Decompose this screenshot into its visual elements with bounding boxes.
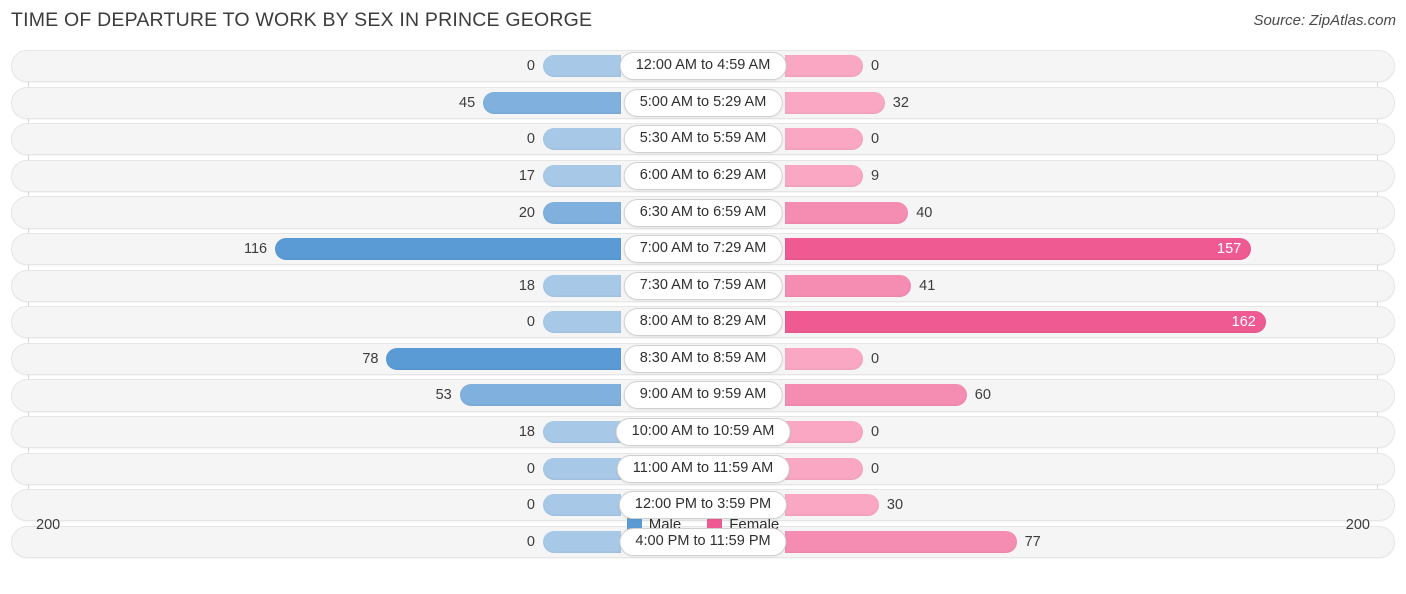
value-label-male: 20 [518,204,535,221]
row-bars: 0 162 8:00 AM to 8:29 AM [0,306,1406,338]
bar-female[interactable] [785,55,863,78]
value-label-male: 116 [244,241,268,258]
category-label: 11:00 AM to 11:59 AM [616,454,790,483]
chart-row: 20 40 6:30 AM to 6:59 AM [0,196,1406,229]
category-label: 8:30 AM to 8:59 AM [623,344,783,373]
row-bars: 18 41 7:30 AM to 7:59 AM [0,270,1406,302]
bar-male[interactable] [543,55,621,78]
value-label-male: 17 [518,167,535,184]
bar-male[interactable] [275,238,621,261]
bar-male[interactable] [459,384,621,407]
chart-row: 0 0 11:00 AM to 11:59 AM [0,452,1406,485]
category-label: 12:00 PM to 3:59 PM [618,491,788,520]
value-label-female: 9 [871,167,880,184]
category-label: 7:00 AM to 7:29 AM [623,235,783,264]
value-label-female: 40 [916,204,933,221]
chart-row: 18 41 7:30 AM to 7:59 AM [0,269,1406,302]
row-bars: 0 0 5:30 AM to 5:59 AM [0,123,1406,155]
chart-row: 18 0 10:00 AM to 10:59 AM [0,415,1406,449]
chart-row: 116 157 7:00 AM to 7:29 AM [0,232,1406,266]
row-bars: 116 157 7:00 AM to 7:29 AM [0,233,1406,265]
bar-female[interactable] [785,421,863,444]
category-label: 6:00 AM to 6:29 AM [623,161,783,190]
bar-female[interactable] [785,347,863,370]
value-label-female: 157 [1217,241,1242,258]
bar-male[interactable] [386,347,621,370]
bar-female[interactable] [785,128,863,151]
bar-female[interactable] [785,274,912,297]
chart-row: 78 0 8:30 AM to 8:59 AM [0,342,1406,376]
bar-female[interactable] [785,384,967,407]
bar-male[interactable] [543,421,621,444]
bar-male[interactable] [543,457,621,480]
value-label-male: 0 [526,460,535,477]
category-label: 10:00 AM to 10:59 AM [615,418,791,447]
value-label-female: 0 [871,424,880,441]
source-attribution: Source: ZipAtlas.com [1253,12,1396,29]
category-label: 12:00 AM to 4:59 AM [619,52,787,81]
chart-row: 53 60 9:00 AM to 9:59 AM [0,379,1406,412]
bar-male[interactable] [543,128,621,151]
bar-rows: 0 0 12:00 AM to 4:59 AM 45 32 5:00 AM to 5:29… [0,50,1406,562]
bar-male[interactable] [543,274,621,297]
value-label-male: 18 [518,424,535,441]
category-label: 5:30 AM to 5:59 AM [623,125,783,154]
row-bars: 0 0 11:00 AM to 11:59 AM [0,453,1406,485]
value-label-female: 0 [871,460,880,477]
value-label-male: 0 [526,131,535,148]
bar-male[interactable] [543,311,621,334]
category-label: 7:30 AM to 7:59 AM [623,271,783,300]
value-label-female: 60 [974,387,991,404]
chart-root: TIME OF DEPARTURE TO WORK BY SEX IN PRIN… [0,0,1406,594]
bar-male[interactable] [543,201,621,224]
value-label-female: 0 [871,350,880,367]
row-bars: 53 60 9:00 AM to 9:59 AM [0,379,1406,411]
value-label-female: 0 [871,58,880,75]
value-label-male: 45 [459,94,476,111]
bar-female[interactable] [785,311,1266,334]
value-label-male: 0 [526,58,535,75]
bar-female[interactable] [785,91,885,114]
bar-male[interactable] [483,91,621,114]
plot-area: 0 0 12:00 AM to 4:59 AM 45 32 5:00 AM to 5:29… [0,50,1406,559]
category-label: 4:00 PM to 11:59 PM [619,527,787,556]
row-bars: 17 9 6:00 AM to 6:29 AM [0,160,1406,192]
value-label-male: 18 [518,277,535,294]
chart-row: 17 9 6:00 AM to 6:29 AM [0,159,1406,193]
value-label-female: 0 [871,131,880,148]
category-label: 6:30 AM to 6:59 AM [623,198,783,227]
chart-row: 0 162 8:00 AM to 8:29 AM [0,306,1406,339]
row-bars: 78 0 8:30 AM to 8:59 AM [0,343,1406,375]
bar-male[interactable] [543,164,621,187]
chart-row: 45 32 5:00 AM to 5:29 AM [0,86,1406,119]
row-bars: 20 40 6:30 AM to 6:59 AM [0,196,1406,228]
value-label-male: 0 [526,314,535,331]
value-label-male: 78 [362,350,379,367]
category-label: 8:00 AM to 8:29 AM [623,308,783,337]
value-label-female: 162 [1231,314,1256,331]
category-label: 5:00 AM to 5:29 AM [623,88,783,117]
bar-female[interactable] [785,164,863,187]
bar-female[interactable] [785,457,863,480]
chart-row: 0 0 12:00 AM to 4:59 AM [0,50,1406,83]
value-label-female: 32 [892,94,909,111]
value-label-male: 53 [435,387,452,404]
page-title: TIME OF DEPARTURE TO WORK BY SEX IN PRIN… [11,9,593,31]
chart-row: 0 0 5:30 AM to 5:59 AM [0,123,1406,156]
row-bars: 18 0 10:00 AM to 10:59 AM [0,416,1406,448]
row-bars: 45 32 5:00 AM to 5:29 AM [0,87,1406,119]
category-label: 9:00 AM to 9:59 AM [623,381,783,410]
value-label-female: 41 [919,277,936,294]
row-bars: 0 0 12:00 AM to 4:59 AM [0,50,1406,82]
bar-female[interactable] [785,238,1251,261]
bar-female[interactable] [785,201,909,224]
chart-header: TIME OF DEPARTURE TO WORK BY SEX IN PRIN… [0,0,1406,42]
